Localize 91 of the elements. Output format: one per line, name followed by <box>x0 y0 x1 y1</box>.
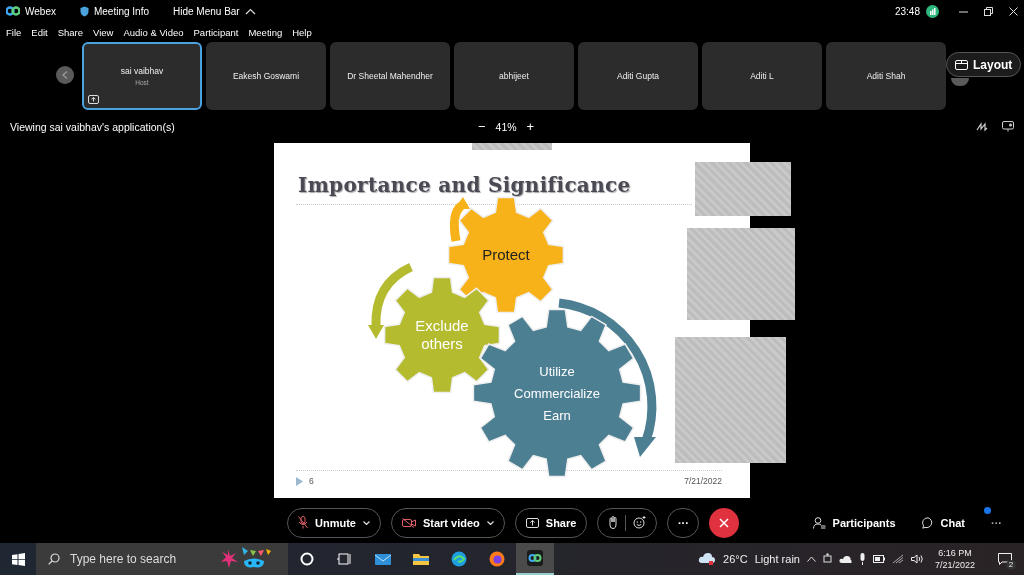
zoom-level: 41% <box>495 120 517 133</box>
notification-button[interactable]: 2 <box>986 543 1024 575</box>
globe-browser-icon[interactable] <box>451 551 467 567</box>
speaker-icon[interactable] <box>910 554 924 564</box>
chat-button[interactable]: Chat <box>921 516 965 529</box>
chevron-up-icon[interactable] <box>806 556 816 562</box>
cloud-icon[interactable] <box>838 555 852 563</box>
participant-tile[interactable]: Aditi L <box>702 42 822 110</box>
emoji-icon[interactable] <box>633 516 647 529</box>
triangle-icon <box>296 476 303 486</box>
viewing-label: Viewing sai vaibhav's application(s) <box>10 120 175 133</box>
caret-down-icon <box>486 520 494 525</box>
menu-item[interactable]: File <box>6 26 22 38</box>
meeting-info-button[interactable]: Meeting Info <box>93 5 149 17</box>
task-view-icon[interactable] <box>337 551 353 567</box>
camera-off-icon <box>401 517 416 528</box>
raise-hand-icon[interactable] <box>608 516 619 529</box>
notification-count: 2 <box>1006 560 1016 570</box>
participant-name: Eakesh Goswami <box>232 71 300 81</box>
chevron-left-icon <box>62 71 68 79</box>
search-field[interactable]: Type here to search <box>70 552 210 566</box>
menu-item[interactable]: Participant <box>193 26 239 38</box>
battery-icon[interactable] <box>872 555 885 563</box>
participant-tile[interactable]: Eakesh Goswami <box>206 42 326 110</box>
participant-name: Aditi Shah <box>866 71 906 81</box>
participants-button[interactable]: Participants <box>812 516 896 529</box>
menu-item[interactable]: Audio & Video <box>123 26 184 38</box>
gear-label: Protect <box>482 246 530 263</box>
close-icon <box>719 517 730 528</box>
zoom-in-button[interactable]: + <box>526 119 535 134</box>
share-screen-icon <box>525 517 539 528</box>
microphone-icon[interactable] <box>858 553 866 565</box>
menu-item[interactable]: View <box>93 26 114 38</box>
app-name: Webex <box>25 5 56 17</box>
menu-item[interactable]: Meeting <box>248 26 283 38</box>
slide-number: 6 <box>309 476 314 486</box>
close-icon[interactable] <box>1009 6 1018 16</box>
hide-menu-bar-button[interactable]: Hide Menu Bar <box>173 5 240 17</box>
slide-date: 7/21/2022 <box>684 476 722 486</box>
chat-bubble-icon <box>921 516 934 529</box>
participant-name: Aditi L <box>750 71 774 81</box>
participant-name: Aditi Gupta <box>616 71 660 81</box>
search-icon <box>48 553 60 565</box>
message-icon <box>998 553 1012 565</box>
shield-icon[interactable] <box>79 5 89 17</box>
caret-down-icon <box>362 520 370 525</box>
restore-icon[interactable] <box>984 6 993 16</box>
monitor-icon[interactable] <box>1002 121 1014 132</box>
webex-logo-icon <box>6 6 20 16</box>
unmute-button[interactable]: Unmute <box>287 507 381 538</box>
clock-time: 23:48 <box>894 5 920 17</box>
cloud-rain-icon[interactable] <box>698 552 717 566</box>
taskbar-time: 6:16 PM <box>938 547 972 559</box>
cortana-icon[interactable] <box>299 551 315 567</box>
mail-icon[interactable] <box>375 551 391 567</box>
participant-name: sai vaibhav <box>120 66 164 76</box>
gear-label: Utilize Commercialize Earn <box>514 364 600 423</box>
participant-tile[interactable]: Aditi Shah <box>826 42 946 110</box>
windows-logo-icon[interactable] <box>11 552 25 566</box>
participant-name: abhijeet <box>499 71 529 81</box>
more-button[interactable]: ··· <box>991 516 1002 529</box>
folder-icon[interactable] <box>413 551 429 567</box>
previous-button[interactable] <box>56 66 74 84</box>
participant-tile[interactable]: Aditi Gupta <box>578 42 698 110</box>
caret-up-icon[interactable] <box>244 7 256 15</box>
menu-item[interactable]: Help <box>292 26 312 38</box>
menu-item[interactable]: Share <box>57 26 84 38</box>
taskbar-date: 7/21/2022 <box>934 559 975 571</box>
weather-condition: Light rain <box>754 553 800 565</box>
more-button[interactable]: ··· <box>667 507 700 538</box>
avatar-icon[interactable] <box>926 4 939 18</box>
end-call-button[interactable] <box>709 507 740 538</box>
webex-app-icon[interactable] <box>527 550 543 566</box>
fox-browser-icon[interactable] <box>489 551 505 567</box>
zoom-out-button[interactable]: − <box>478 119 486 134</box>
participant-name: Dr Sheetal Mahendher <box>347 71 433 81</box>
menu-item[interactable]: Edit <box>31 26 48 38</box>
start-video-button[interactable]: Start video <box>390 507 505 538</box>
annotate-icon[interactable] <box>976 121 988 132</box>
layout-button[interactable]: Layout <box>946 52 1022 77</box>
slide-title: Importance and Significance <box>298 173 631 197</box>
share-button[interactable]: Share <box>514 507 588 538</box>
screen-share-icon <box>88 95 99 104</box>
participant-tile[interactable]: abhijeet <box>454 42 574 110</box>
participant-tile[interactable]: Dr Sheetal Mahendher <box>330 42 450 110</box>
microphone-off-icon <box>298 516 308 529</box>
temperature: 26°C <box>723 553 748 565</box>
layout-icon <box>955 59 968 70</box>
next-button[interactable] <box>951 78 969 86</box>
people-icon <box>812 516 826 529</box>
gear-label: Exclude others <box>415 317 469 352</box>
